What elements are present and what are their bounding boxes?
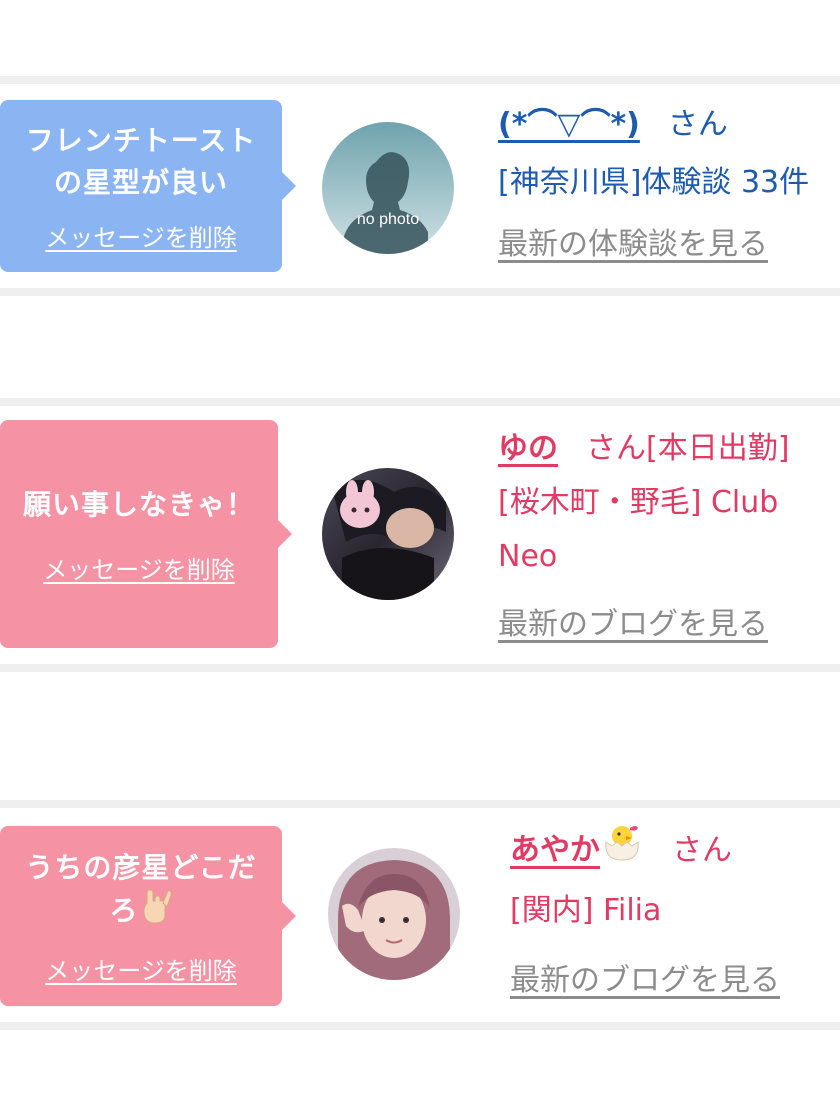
message-line: の星型が良い [53,165,228,199]
message-bubble: うちの彦星どこだ ろ メッセージを削除 [0,826,296,1006]
separator [0,76,840,84]
user-name-link[interactable]: あやか [510,833,600,868]
latest-blog-link[interactable]: 最新のブログを見る [510,954,780,1008]
no-photo-caption: no photo [357,211,419,228]
user-name-link[interactable]: (*⌒▽⌒*) [498,107,640,142]
user-name-link[interactable]: ゆの [498,431,558,466]
message-card: 願い事しなきゃ！ メッセージを削除 ゆの さん[本日出勤] [桜木町・野毛] C… [0,406,840,664]
delete-message-link[interactable]: メッセージを削除 [45,951,237,986]
user-name-row: あやか さん [510,822,780,880]
separator [0,800,840,808]
avatar-photo[interactable] [328,848,460,980]
message-bubble: フレンチトースト の星型が良い メッセージを削除 [0,100,296,272]
message-line-with-emoji: ろ [25,888,256,935]
separator [0,288,840,296]
user-detail: Neo [498,539,558,574]
message-text: 願い事しなきゃ！ [23,484,255,526]
latest-blog-link[interactable]: 最新のブログを見る [498,598,834,652]
user-detail: [桜木町・野毛] Club [498,485,779,520]
separator [0,1022,840,1030]
message-card: フレンチトースト の星型が良い メッセージを削除 no photo (*⌒▽⌒*… [0,84,840,288]
delete-message-link[interactable]: メッセージを削除 [43,550,235,585]
message-line: ろ [109,893,139,927]
avatar-photo[interactable] [322,468,454,600]
attendance-status: [本日出勤] [646,431,790,466]
message-line: 願い事しなきゃ！ [22,487,255,521]
user-info: あやか さん [関内] Filia 最新のブログを見る [510,822,780,1008]
message-line: うちの彦星どこだ [25,850,257,884]
separator [0,398,840,406]
latest-review-link[interactable]: 最新の体験談を見る [498,218,809,272]
favorites-message-page: フレンチトースト の星型が良い メッセージを削除 no photo (*⌒▽⌒*… [0,0,840,1120]
user-detail: [神奈川県]体験談 33件 [498,165,810,200]
delete-message-link[interactable]: メッセージを削除 [45,218,237,253]
honorific: さん [586,431,646,466]
separator [0,664,840,672]
honorific: さん [672,832,732,868]
hatching-chick-emoji-icon [600,822,644,880]
user-detail: [関内] Filia [510,893,662,928]
user-name-row: (*⌒▽⌒*) さん [498,98,809,152]
user-name-row: ゆの さん[本日出勤] [498,422,834,476]
honorific: さん [667,107,728,142]
message-card: うちの彦星どこだ ろ メッセージを削除 あやか さん [関内] Filia 最新… [0,808,840,1022]
user-info: ゆの さん[本日出勤] [桜木町・野毛] Club Neo 最新のブログを見る [498,422,834,652]
message-line: フレンチトースト [25,123,257,157]
message-text: フレンチトースト の星型が良い [26,120,257,204]
rock-hand-emoji-icon [139,888,173,935]
message-bubble: 願い事しなきゃ！ メッセージを削除 [0,420,292,648]
message-text: うちの彦星どこだ ろ [25,847,256,935]
user-info: (*⌒▽⌒*) さん [神奈川県]体験談 33件 最新の体験談を見る [498,98,809,272]
avatar-no-photo[interactable]: no photo [322,122,454,254]
